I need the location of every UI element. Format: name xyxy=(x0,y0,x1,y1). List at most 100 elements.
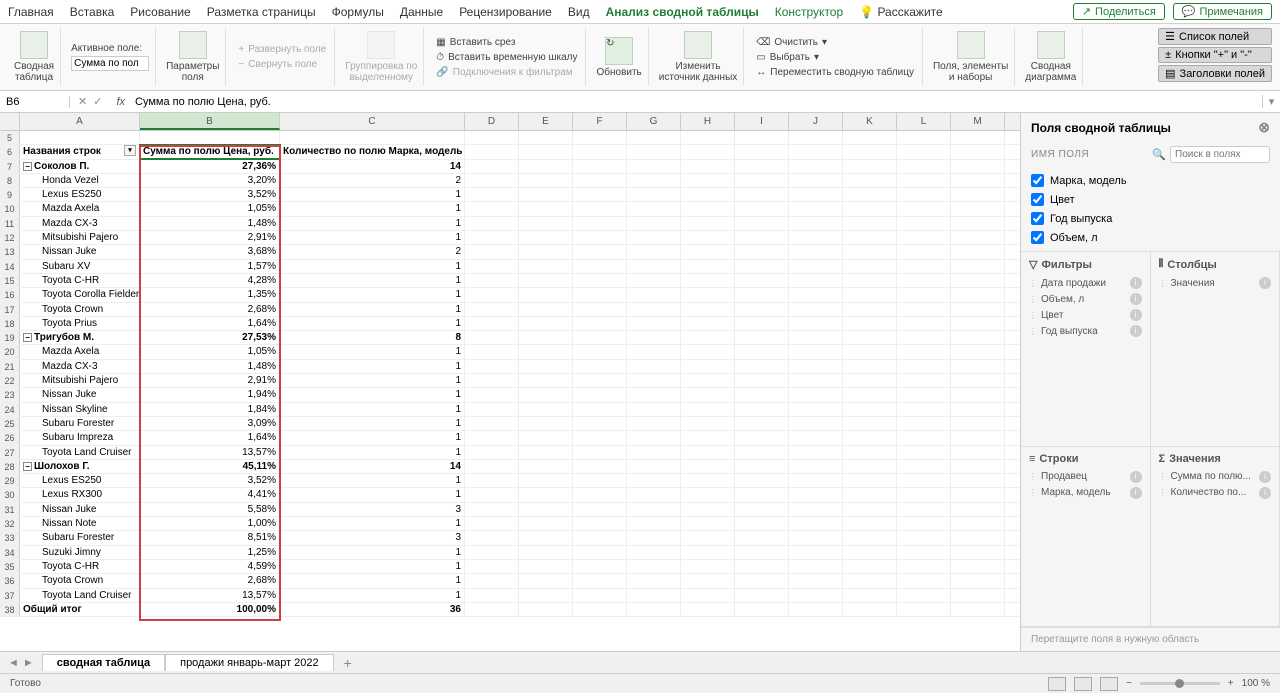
grid-row[interactable]: 38Общий итог100,00%36 xyxy=(0,603,1020,617)
cell-empty[interactable] xyxy=(681,331,735,344)
comments-button[interactable]: 💬Примечания xyxy=(1173,3,1272,20)
cell-b[interactable]: 1,84% xyxy=(140,403,280,416)
row-header[interactable]: 18 xyxy=(0,317,20,330)
cell-empty[interactable] xyxy=(627,574,681,587)
info-icon[interactable]: i xyxy=(1259,277,1271,289)
col-header-d[interactable]: D xyxy=(465,113,519,130)
cell-empty[interactable] xyxy=(897,317,951,330)
cell-empty[interactable] xyxy=(897,503,951,516)
row-header[interactable]: 37 xyxy=(0,589,20,602)
cell-empty[interactable] xyxy=(627,360,681,373)
row-header[interactable]: 22 xyxy=(0,374,20,387)
cell-empty[interactable] xyxy=(465,274,519,287)
cell-empty[interactable] xyxy=(519,131,573,144)
cell-empty[interactable] xyxy=(627,374,681,387)
cell-empty[interactable] xyxy=(951,374,1005,387)
cell-empty[interactable] xyxy=(843,288,897,301)
cell-empty[interactable] xyxy=(897,603,951,616)
cell-empty[interactable] xyxy=(789,374,843,387)
cell-empty[interactable] xyxy=(627,303,681,316)
cell-empty[interactable] xyxy=(897,288,951,301)
cell-b[interactable]: 27,53% xyxy=(140,331,280,344)
cell-empty[interactable] xyxy=(519,374,573,387)
cell-empty[interactable] xyxy=(951,331,1005,344)
cell-empty[interactable] xyxy=(843,460,897,473)
cell-empty[interactable] xyxy=(735,374,789,387)
row-header[interactable]: 17 xyxy=(0,303,20,316)
cell-empty[interactable] xyxy=(735,217,789,230)
menu-formulas[interactable]: Формулы xyxy=(332,5,384,19)
cell-empty[interactable] xyxy=(465,174,519,187)
cell-empty[interactable] xyxy=(573,202,627,215)
cell-empty[interactable] xyxy=(735,460,789,473)
ribbon-insert-slicer[interactable]: ▦Вставить срез xyxy=(434,36,517,49)
zoom-level[interactable]: 100 % xyxy=(1242,678,1270,689)
row-header[interactable]: 12 xyxy=(0,231,20,244)
spreadsheet-grid[interactable]: A B C D E F G H I J K L M 56Названия стр… xyxy=(0,113,1020,651)
grid-row[interactable]: 28−Шолохов Г.45,11%14 xyxy=(0,460,1020,474)
grid-row[interactable]: 19−Тригубов М.27,53%8 xyxy=(0,331,1020,345)
cell-empty[interactable] xyxy=(573,589,627,602)
cell-empty[interactable] xyxy=(843,317,897,330)
grid-row[interactable]: 26Subaru Impreza1,64%1 xyxy=(0,431,1020,445)
cell-c[interactable]: 1 xyxy=(280,388,465,401)
cell-empty[interactable] xyxy=(573,560,627,573)
col-header-h[interactable]: H xyxy=(681,113,735,130)
menu-data[interactable]: Данные xyxy=(400,5,443,19)
cell-empty[interactable] xyxy=(951,202,1005,215)
cell-empty[interactable] xyxy=(465,517,519,530)
info-icon[interactable]: i xyxy=(1259,471,1271,483)
cell-empty[interactable] xyxy=(519,245,573,258)
cell-empty[interactable] xyxy=(627,417,681,430)
grid-row[interactable]: 33Subaru Forester8,51%3 xyxy=(0,531,1020,545)
cell-empty[interactable] xyxy=(573,331,627,344)
cell-empty[interactable] xyxy=(681,417,735,430)
zoom-in-button[interactable]: + xyxy=(1228,678,1234,689)
menu-view[interactable]: Вид xyxy=(568,5,590,19)
field-checkbox[interactable] xyxy=(1031,193,1044,206)
cell-c[interactable]: 1 xyxy=(280,303,465,316)
cell-empty[interactable] xyxy=(843,160,897,173)
cell-empty[interactable] xyxy=(897,160,951,173)
grid-row[interactable]: 6Названия строк▾Сумма по полю Цена, руб.… xyxy=(0,145,1020,159)
cell-empty[interactable] xyxy=(465,574,519,587)
cell-empty[interactable] xyxy=(735,303,789,316)
cell-c[interactable]: Количество по полю Марка, модель xyxy=(280,145,465,158)
cell-b[interactable]: 2,91% xyxy=(140,374,280,387)
cell-empty[interactable] xyxy=(897,546,951,559)
cell-a[interactable]: Toyota Prius xyxy=(20,317,140,330)
field-checkbox[interactable] xyxy=(1031,174,1044,187)
cell-empty[interactable] xyxy=(519,488,573,501)
cancel-icon[interactable]: ✕ xyxy=(78,95,87,108)
cell-empty[interactable] xyxy=(735,174,789,187)
cell-empty[interactable] xyxy=(789,403,843,416)
row-header[interactable]: 20 xyxy=(0,345,20,358)
cell-empty[interactable] xyxy=(843,145,897,158)
row-header[interactable]: 27 xyxy=(0,446,20,459)
cell-empty[interactable] xyxy=(897,446,951,459)
cell-c[interactable]: 1 xyxy=(280,488,465,501)
cell-empty[interactable] xyxy=(897,174,951,187)
ribbon-fields-items[interactable]: Поля, элементы и наборы xyxy=(933,31,1008,83)
cell-empty[interactable] xyxy=(735,188,789,201)
cell-empty[interactable] xyxy=(573,274,627,287)
grid-row[interactable]: 20Mazda Axela1,05%1 xyxy=(0,345,1020,359)
cell-empty[interactable] xyxy=(573,260,627,273)
row-header[interactable]: 21 xyxy=(0,360,20,373)
cell-empty[interactable] xyxy=(465,160,519,173)
cell-empty[interactable] xyxy=(573,446,627,459)
cell-empty[interactable] xyxy=(681,145,735,158)
filter-dropdown-icon[interactable]: ▾ xyxy=(124,145,136,156)
cell-empty[interactable] xyxy=(681,574,735,587)
cell-empty[interactable] xyxy=(465,345,519,358)
cell-a[interactable]: Названия строк▾ xyxy=(20,145,140,158)
cell-empty[interactable] xyxy=(573,531,627,544)
cell-empty[interactable] xyxy=(897,274,951,287)
grid-row[interactable]: 5 xyxy=(0,131,1020,145)
grid-row[interactable]: 24Nissan Skyline1,84%1 xyxy=(0,403,1020,417)
row-header[interactable]: 31 xyxy=(0,503,20,516)
cell-empty[interactable] xyxy=(951,517,1005,530)
row-header[interactable]: 29 xyxy=(0,474,20,487)
cell-empty[interactable] xyxy=(951,503,1005,516)
area-item[interactable]: ⋮Дата продажиi xyxy=(1029,275,1142,291)
